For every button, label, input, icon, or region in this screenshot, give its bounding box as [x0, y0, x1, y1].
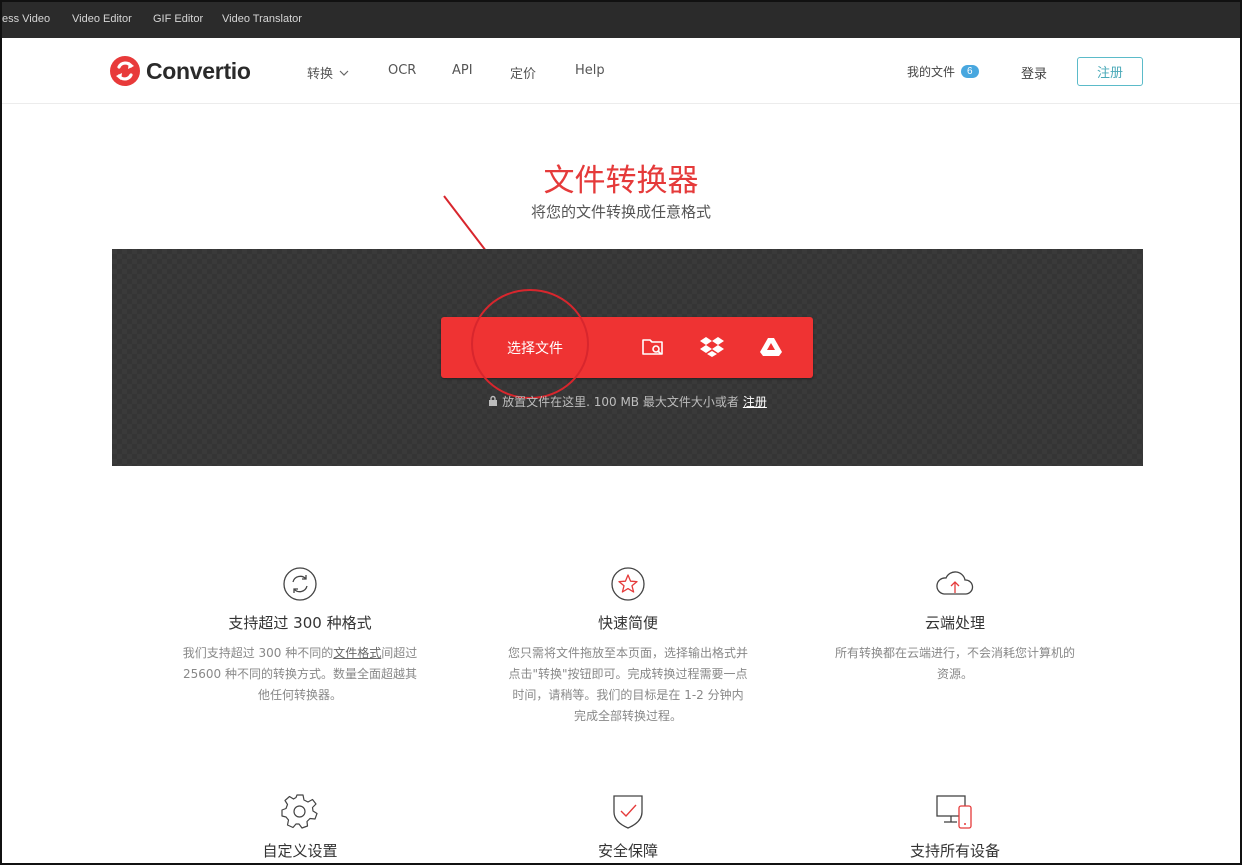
- drop-note-text: 放置文件在这里. 100 MB 最大文件大小或者: [502, 395, 739, 409]
- topbar-link-video-translator[interactable]: Video Translator: [222, 13, 302, 25]
- my-files-label: 我的文件: [907, 65, 956, 79]
- feature-title: 支持超过 300 种格式: [228, 614, 372, 632]
- nav-help[interactable]: Help: [575, 63, 605, 78]
- dropbox-icon[interactable]: [699, 335, 725, 363]
- feature-description: 您只需将文件拖放至本页面，选择输出格式并点击"转换"按钮即可。完成转换过程需要一…: [508, 646, 749, 723]
- cloud-upload-icon: [936, 571, 974, 595]
- feature-all-devices: 支持所有设备: [835, 792, 1075, 861]
- feature-custom-settings: 自定义设置: [180, 792, 420, 861]
- nav-convert-label: 转换: [307, 67, 334, 82]
- chevron-down-icon: [339, 65, 349, 80]
- annotation-circle: [471, 289, 589, 399]
- feature-title: 支持所有设备: [909, 842, 1000, 860]
- folder-search-icon[interactable]: [641, 335, 665, 363]
- refresh-icon: [283, 567, 317, 601]
- register-button[interactable]: 注册: [1077, 57, 1143, 86]
- convertio-logo-icon: [110, 56, 140, 86]
- gear-icon: [281, 794, 318, 829]
- brand-name: Convertio: [146, 57, 251, 84]
- lock-icon: [488, 395, 498, 410]
- topbar-link-compress-video[interactable]: ess Video: [2, 13, 50, 25]
- feature-title: 云端处理: [924, 614, 985, 632]
- feature-cloud: 云端处理 所有转换都在云端进行，不会消耗您计算机的资源。: [835, 566, 1075, 685]
- nav-convert[interactable]: 转换: [307, 63, 349, 82]
- upload-drop-zone[interactable]: 选择文件 放置文件在这里. 100 MB 最大文件大小或者 注册: [112, 249, 1143, 466]
- drop-note-register-link[interactable]: 注册: [743, 395, 767, 409]
- google-drive-icon[interactable]: [759, 335, 783, 363]
- feature-formats: 支持超过 300 种格式 我们支持超过 300 种不同的文件格式间超过 2560…: [180, 566, 420, 706]
- browser-frame: ess Video Video Editor GIF Editor Video …: [0, 0, 1242, 865]
- top-product-bar: ess Video Video Editor GIF Editor Video …: [2, 2, 1240, 38]
- file-formats-link[interactable]: 文件格式: [333, 646, 381, 660]
- page-title: 文件转换器: [543, 163, 699, 199]
- star-icon: [611, 567, 645, 601]
- feature-security: 安全保障: [508, 792, 748, 861]
- nav-api[interactable]: API: [452, 63, 473, 78]
- feature-fast-easy: 快速简便 您只需将文件拖放至本页面，选择输出格式并点击"转换"按钮即可。完成转换…: [508, 566, 748, 727]
- feature-description: 我们支持超过 300 种不同的文件格式间超过 25600 种不同的转换方式。数量…: [182, 646, 418, 702]
- my-files-link[interactable]: 我的文件 6: [907, 63, 979, 80]
- login-link[interactable]: 登录: [1021, 63, 1047, 82]
- shield-check-icon: [613, 795, 643, 829]
- feature-title: 快速简便: [597, 614, 658, 632]
- feature-description: 所有转换都在云端进行，不会消耗您计算机的资源。: [835, 646, 1076, 681]
- topbar-link-video-editor[interactable]: Video Editor: [72, 13, 132, 25]
- brand-logo[interactable]: Convertio: [110, 54, 251, 88]
- nav-pricing[interactable]: 定价: [510, 63, 536, 82]
- site-header: Convertio 转换 OCR API 定价 Help 我的文件 6 登录 注…: [2, 38, 1240, 104]
- file-count-badge: 6: [961, 65, 979, 78]
- page-subtitle: 将您的文件转换成任意格式: [530, 203, 711, 221]
- choose-files-button[interactable]: 选择文件: [441, 289, 813, 399]
- drop-note: 放置文件在这里. 100 MB 最大文件大小或者 注册: [112, 393, 1143, 410]
- feature-title: 安全保障: [597, 842, 658, 860]
- devices-icon: [936, 795, 972, 829]
- feature-title: 自定义设置: [262, 842, 338, 860]
- topbar-link-gif-editor[interactable]: GIF Editor: [153, 13, 203, 25]
- nav-ocr[interactable]: OCR: [388, 63, 416, 78]
